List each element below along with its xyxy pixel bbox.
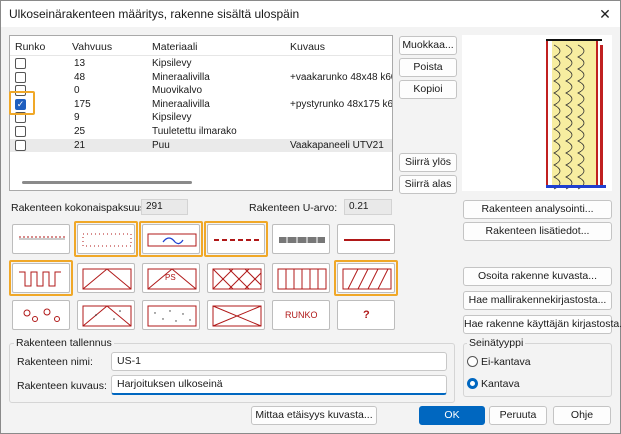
- cell-thickness: 13: [74, 58, 86, 69]
- u-value-label: Rakenteen U-arvo:: [249, 202, 338, 214]
- edit-button[interactable]: Muokkaa...: [399, 36, 457, 55]
- copy-button[interactable]: Kopioi: [399, 80, 457, 99]
- help-button[interactable]: Ohje: [553, 406, 611, 425]
- highlight-tile: [204, 221, 268, 257]
- cell-material: Kipsilevy: [152, 58, 192, 69]
- pattern-tile-solid-line[interactable]: [337, 224, 395, 254]
- pattern-tile-unknown[interactable]: ?: [337, 300, 395, 330]
- pattern-tile-ps[interactable]: PS: [142, 263, 200, 293]
- pattern-tile-studs[interactable]: [272, 263, 330, 293]
- pattern-tile-crosshatch[interactable]: [207, 263, 265, 293]
- table-row[interactable]: 13 Kipsilevy: [10, 57, 392, 71]
- cell-material: Muovikalvo: [152, 85, 203, 97]
- show-from-image-button[interactable]: Osoita rakenne kuvasta...: [463, 267, 612, 286]
- pattern-tile-gravel[interactable]: [12, 300, 70, 330]
- window-title: Ulkoseinärakenteen määritys, rakenne sis…: [9, 7, 300, 21]
- header-vahvuus[interactable]: Vahvuus: [72, 41, 112, 53]
- u-value-value: 0.21: [344, 199, 392, 215]
- highlight-tile: [74, 221, 138, 257]
- cancel-button[interactable]: Peruuta: [489, 406, 547, 425]
- close-icon[interactable]: ✕: [596, 5, 614, 23]
- radio-non-bearing[interactable]: [467, 356, 478, 367]
- description-label: Rakenteen kuvaus:: [17, 380, 107, 392]
- cell-material: Tuuletettu ilmarako: [152, 126, 237, 137]
- pattern-tile-sand[interactable]: [142, 300, 200, 330]
- pattern-tile-dotted-line[interactable]: [12, 224, 70, 254]
- ps-label: PS: [165, 273, 176, 282]
- table-header: Runko Vahvuus Materiaali Kuvaus: [10, 36, 392, 56]
- radio-bearing-label[interactable]: Kantava: [481, 378, 520, 390]
- pattern-tile-blocks[interactable]: [272, 224, 330, 254]
- header-kuvaus[interactable]: Kuvaus: [290, 41, 325, 53]
- highlight-checked-box: [9, 91, 35, 115]
- header-materiaali[interactable]: Materiaali: [152, 41, 198, 53]
- table-row[interactable]: 9 Kipsilevy: [10, 111, 392, 125]
- header-runko[interactable]: Runko: [15, 41, 45, 53]
- cell-description: Vaakapaneeli UTV21: [290, 139, 384, 151]
- cell-material: Mineraalivilla: [152, 71, 210, 83]
- delete-button[interactable]: Poista: [399, 58, 457, 77]
- ok-button[interactable]: OK: [419, 406, 485, 425]
- wall-type-title: Seinätyyppi: [467, 337, 526, 349]
- total-thickness-label: Rakenteen kokonaispaksuus:: [11, 202, 149, 214]
- name-label: Rakenteen nimi:: [17, 356, 93, 368]
- table-row-selected[interactable]: 21 Puu Vaakapaneeli UTV21: [10, 138, 392, 153]
- total-thickness-value: 291: [141, 199, 188, 215]
- cell-thickness: 9: [74, 112, 80, 124]
- pattern-tile-concrete[interactable]: [77, 300, 135, 330]
- move-up-button[interactable]: Siirrä ylös: [399, 153, 457, 172]
- cell-description: +pystyrunko 48x175 k600: [290, 98, 393, 110]
- cell-thickness: 25: [74, 126, 86, 137]
- measure-button[interactable]: Mittaa etäisyys kuvasta...: [251, 406, 377, 425]
- radio-non-bearing-label[interactable]: Ei-kantava: [481, 356, 531, 368]
- runko-checkbox[interactable]: [15, 71, 26, 83]
- runko-checkbox[interactable]: [15, 126, 26, 137]
- title-bar: Ulkoseinärakenteen määritys, rakenne sis…: [1, 1, 620, 27]
- cell-thickness: 0: [74, 85, 80, 97]
- details-button[interactable]: Rakenteen lisätiedot...: [463, 222, 612, 241]
- cell-material: Mineraalivilla: [152, 98, 210, 110]
- question-mark-icon: ?: [363, 309, 370, 321]
- layer-table: Runko Vahvuus Materiaali Kuvaus 13 Kipsi…: [9, 35, 393, 191]
- pattern-tile-cross-boards[interactable]: [207, 300, 265, 330]
- user-library-button[interactable]: Hae rakenne käyttäjän kirjastosta...: [463, 315, 621, 334]
- wall-section-preview: [462, 35, 612, 191]
- description-input[interactable]: Harjoituksen ulkoseinä: [111, 375, 447, 395]
- dialog-window: Ulkoseinärakenteen määritys, rakenne sis…: [0, 0, 621, 434]
- table-row[interactable]: 48 Mineraalivilla +vaakarunko 48x48 k600: [10, 71, 392, 85]
- cell-description: +vaakarunko 48x48 k600: [290, 71, 393, 83]
- cell-thickness: 175: [74, 98, 91, 110]
- cell-material: Puu: [152, 139, 170, 151]
- highlight-tile: [9, 260, 73, 296]
- table-row[interactable]: 0 Muovikalvo: [10, 84, 392, 98]
- runko-checkbox[interactable]: [15, 58, 26, 69]
- move-down-button[interactable]: Siirrä alas: [399, 175, 457, 194]
- save-group-title: Rakenteen tallennus: [14, 337, 114, 349]
- cell-thickness: 21: [74, 139, 86, 151]
- table-row[interactable]: ✓ 175 Mineraalivilla +pystyrunko 48x175 …: [10, 98, 392, 112]
- analysis-button[interactable]: Rakenteen analysointi...: [463, 200, 612, 219]
- table-row[interactable]: 25 Tuuletettu ilmarako: [10, 125, 392, 139]
- horizontal-scrollbar[interactable]: [22, 181, 192, 184]
- name-input[interactable]: US-1: [111, 352, 447, 371]
- model-library-button[interactable]: Hae mallirakennekirjastosta...: [463, 291, 612, 310]
- runko-label: RUNKO: [285, 310, 318, 320]
- cell-thickness: 48: [74, 71, 86, 83]
- runko-checkbox[interactable]: [15, 139, 26, 151]
- radio-bearing[interactable]: [467, 378, 478, 389]
- pattern-tile-diagonal-x[interactable]: [77, 263, 135, 293]
- pattern-tile-runko[interactable]: RUNKO: [272, 300, 330, 330]
- highlight-tile: [139, 221, 203, 257]
- cell-material: Kipsilevy: [152, 112, 192, 124]
- highlight-tile: [334, 260, 398, 296]
